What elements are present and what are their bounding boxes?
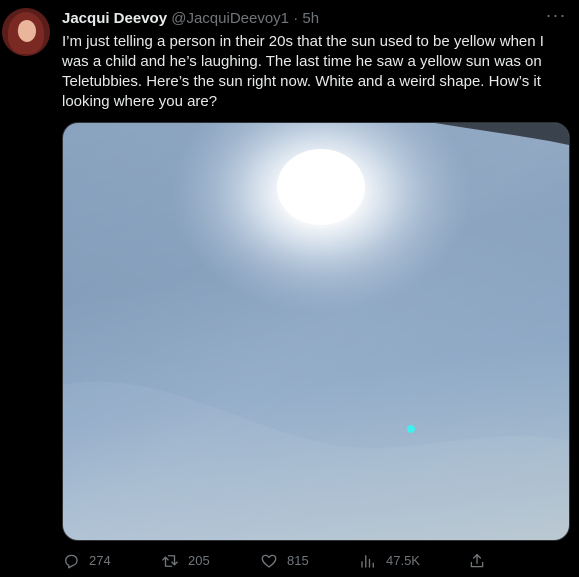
lens-flare — [407, 425, 415, 433]
heart-icon — [261, 554, 277, 568]
tweet-photo[interactable] — [62, 122, 570, 541]
sky-photo — [63, 123, 569, 540]
tweet-header: Jacqui Deevoy @JacquiDeevoy1 · 5h — [62, 10, 319, 28]
separator-dot: · — [293, 10, 299, 27]
more-options-icon[interactable]: ··· — [545, 6, 567, 28]
views-count: 47.5K — [386, 553, 420, 568]
like-count: 815 — [287, 553, 309, 568]
tweet-text: I’m just telling a person in their 20s t… — [62, 33, 544, 110]
retweet-button[interactable]: 205 — [161, 550, 210, 572]
reply-icon — [65, 554, 78, 569]
views-icon — [361, 555, 374, 568]
tweet-time[interactable]: 5h — [302, 10, 319, 27]
avatar-face — [18, 20, 36, 42]
avatar[interactable] — [2, 8, 50, 56]
retweet-count: 205 — [188, 553, 210, 568]
retweet-icon — [162, 555, 178, 567]
share-icon — [470, 553, 484, 568]
views-button[interactable]: 47.5K — [359, 550, 420, 572]
author-name[interactable]: Jacqui Deevoy — [62, 10, 167, 27]
tweet[interactable]: Jacqui Deevoy @JacquiDeevoy1 · 5h ··· I’… — [0, 0, 579, 577]
action-bar: 274 205 815 47.5K — [62, 550, 568, 572]
like-button[interactable]: 815 — [260, 550, 309, 572]
author-handle[interactable]: @JacquiDeevoy1 — [171, 10, 289, 27]
reply-count: 274 — [89, 553, 111, 568]
reply-button[interactable]: 274 — [62, 550, 111, 572]
share-button[interactable] — [468, 550, 495, 572]
sun — [277, 149, 365, 225]
